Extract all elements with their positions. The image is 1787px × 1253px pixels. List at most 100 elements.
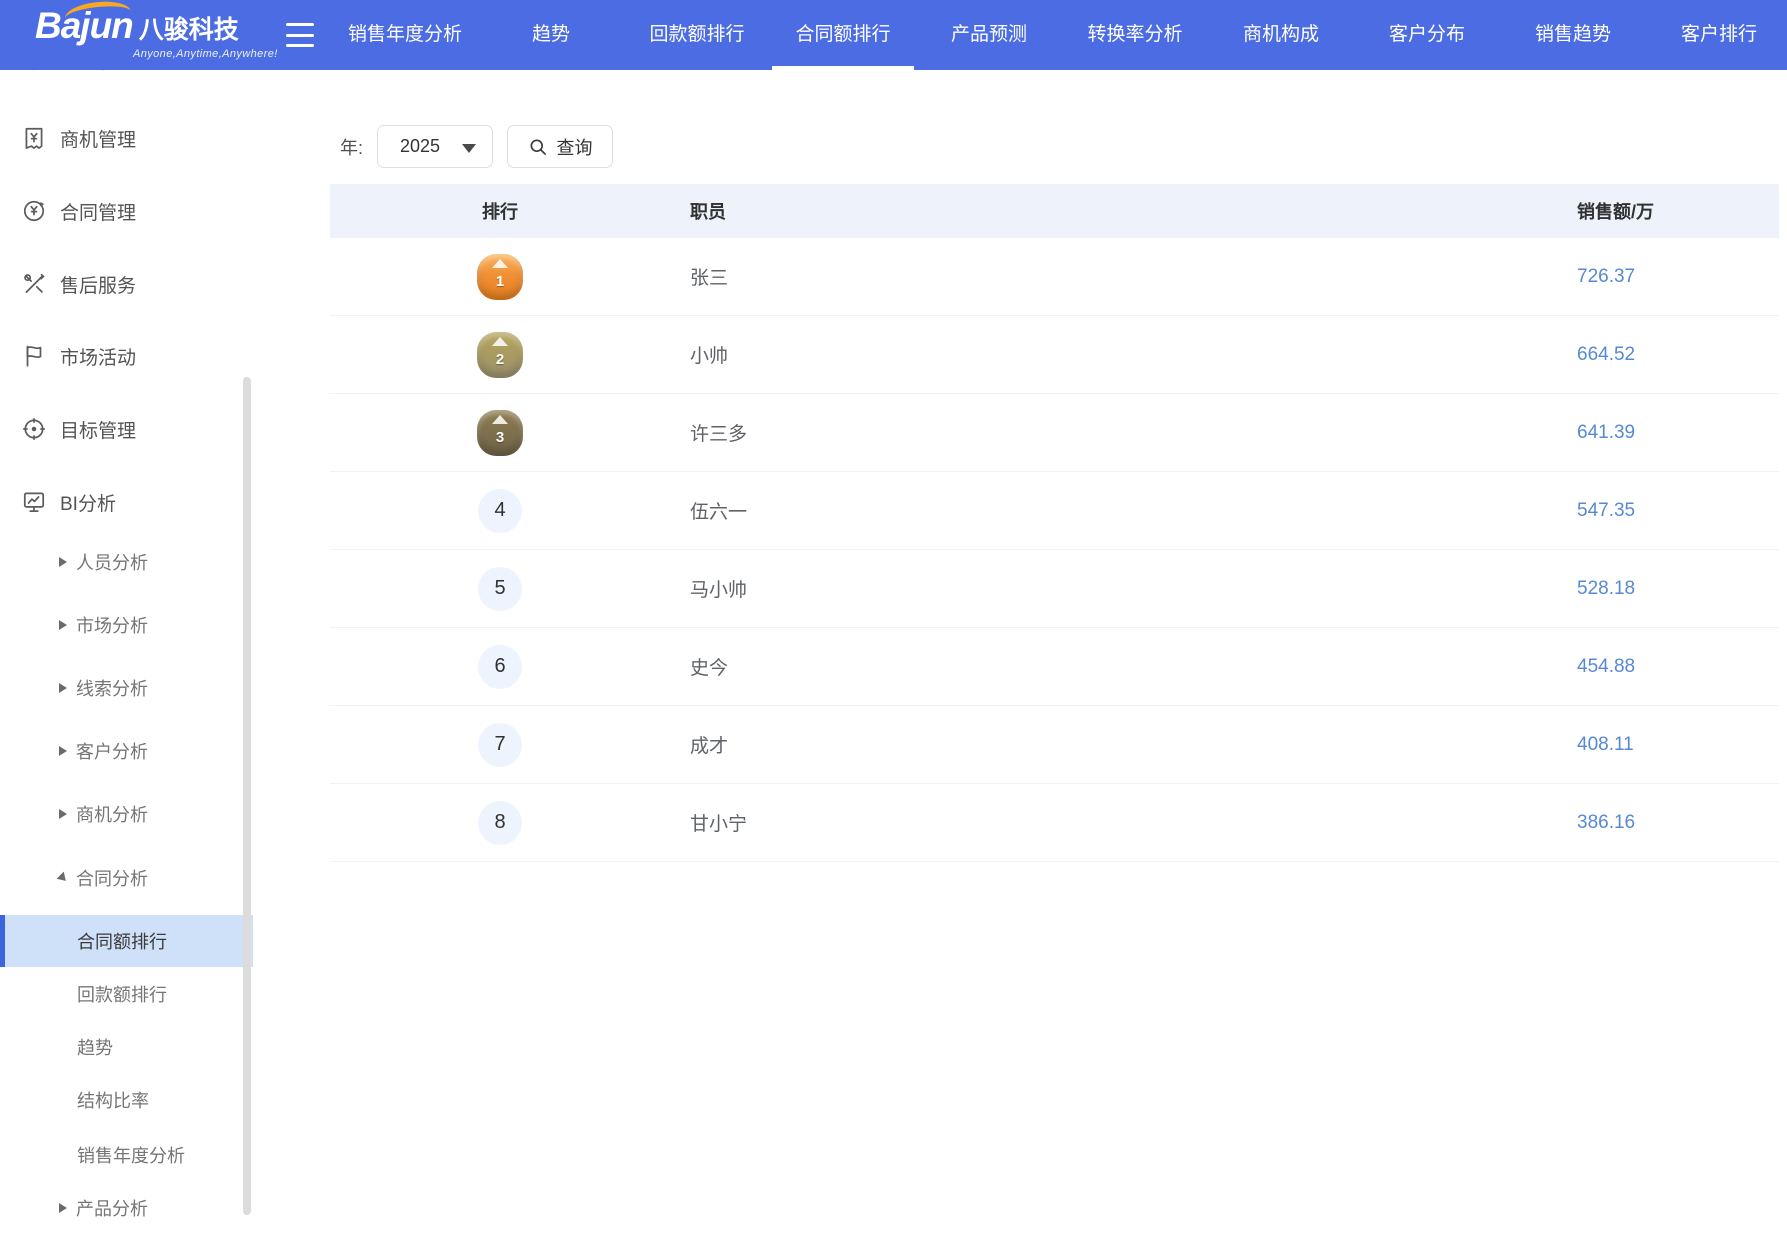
sidebar-item-annual-sales-analysis[interactable]: 销售年度分析	[0, 1130, 253, 1180]
chevron-right-icon	[59, 683, 67, 693]
query-button[interactable]: 查询	[507, 125, 613, 168]
search-icon	[528, 137, 548, 157]
sidebar-item-label: 目标管理	[60, 416, 136, 443]
table-row: 8 甘小宁 386.16	[330, 784, 1779, 862]
nav-tab-customer-distribution[interactable]: 客户分布	[1354, 0, 1500, 70]
brand-logo[interactable]: Bajun 八骏科技 Anyone,Anytime,Anywhere!	[35, 6, 265, 64]
sidebar-item-label: 线索分析	[76, 675, 148, 701]
employee-name: 张三	[670, 263, 1577, 290]
sidebar-item-label: 合同分析	[76, 865, 148, 891]
employee-name: 史今	[670, 653, 1577, 680]
nav-tab-product-forecast[interactable]: 产品预测	[916, 0, 1062, 70]
year-select-value: 2025	[400, 136, 440, 157]
top-nav-tabs: 销售年度分析 趋势 回款额排行 合同额排行 产品预测 转换率分析 商机构成 客户分布 销售趋势 客…	[332, 0, 1787, 70]
app-root: 访问管理 商机管理 合同管理 售后服务 市场活动 目标管理 BI分析 人员分析 …	[0, 0, 1787, 1253]
nav-tab-trend[interactable]: 趋势	[478, 0, 624, 70]
rank-medal-2-icon: 2	[477, 332, 523, 378]
sidebar-item-product-analysis[interactable]: 产品分析	[0, 1183, 253, 1233]
sidebar-item-target-mgmt[interactable]: 目标管理	[0, 404, 253, 454]
table-row: 2 小帅 664.52	[330, 316, 1779, 394]
table-row: 5 马小帅 528.18	[330, 550, 1779, 628]
sales-amount-link[interactable]: 726.37	[1577, 266, 1779, 288]
sidebar-item-market-analysis[interactable]: 市场分析	[0, 600, 253, 650]
sales-amount-link[interactable]: 408.11	[1577, 734, 1779, 756]
sidebar-item-label: 人员分析	[76, 549, 148, 575]
sales-amount-link[interactable]: 528.18	[1577, 578, 1779, 600]
sidebar-item-label: 回款额排行	[77, 981, 167, 1007]
table-body: 1 张三 726.37 2 小帅 664.52 3 许三多 641.39 4 伍…	[330, 238, 1779, 862]
sidebar-item-after-sales-service[interactable]: 售后服务	[0, 259, 253, 309]
rank-number: 6	[478, 645, 522, 689]
rank-number: 4	[478, 489, 522, 533]
nav-tab-label: 销售年度分析	[348, 24, 462, 45]
sales-amount-link[interactable]: 664.52	[1577, 344, 1779, 366]
sidebar-item-payment-amount-ranking[interactable]: 回款额排行	[0, 969, 253, 1019]
sidebar-item-lead-analysis[interactable]: 线索分析	[0, 663, 253, 713]
nav-tab-opportunity-composition[interactable]: 商机构成	[1208, 0, 1354, 70]
nav-tab-label: 产品预测	[951, 24, 1027, 45]
sidebar-item-market-campaign[interactable]: 市场活动	[0, 331, 253, 381]
sidebar-item-opportunity-mgmt[interactable]: 商机管理	[0, 113, 253, 163]
nav-tab-conversion-rate-analysis[interactable]: 转换率分析	[1062, 0, 1208, 70]
rank-cell: 8	[330, 801, 670, 845]
nav-tab-label: 销售趋势	[1535, 24, 1611, 45]
service-icon	[21, 271, 47, 297]
sidebar-scrollbar[interactable]	[243, 377, 251, 1215]
rank-cell: 4	[330, 489, 670, 533]
rank-cell: 2	[330, 332, 670, 378]
table-header: 排行 职员 销售额/万	[330, 184, 1779, 238]
sidebar-item-label: 结构比率	[77, 1087, 149, 1113]
nav-tab-label: 商机构成	[1243, 24, 1319, 45]
sidebar-item-label: 合同管理	[60, 198, 136, 225]
sidebar-item-bi-analysis[interactable]: BI分析	[0, 477, 253, 527]
rank-medal-3-icon: 3	[477, 410, 523, 456]
sidebar-item-contract-analysis[interactable]: 合同分析	[0, 853, 253, 903]
chevron-right-icon	[59, 746, 67, 756]
column-header-rank: 排行	[330, 198, 670, 224]
sales-amount-link[interactable]: 386.16	[1577, 812, 1779, 834]
employee-name: 成才	[670, 731, 1577, 758]
sales-amount-link[interactable]: 547.35	[1577, 500, 1779, 522]
nav-tab-label: 转换率分析	[1087, 24, 1182, 45]
table-row: 3 许三多 641.39	[330, 394, 1779, 472]
column-header-sales-amount: 销售额/万	[1577, 198, 1779, 224]
sidebar-item-structure-ratio[interactable]: 结构比率	[0, 1075, 253, 1125]
nav-tab-contract-amount-ranking[interactable]: 合同额排行	[770, 0, 916, 70]
menu-icon[interactable]	[286, 23, 314, 47]
chevron-right-icon	[59, 557, 67, 567]
nav-tab-customer-ranking[interactable]: 客户排行	[1646, 0, 1787, 70]
sales-amount-link[interactable]: 641.39	[1577, 422, 1779, 444]
nav-tab-label: 客户分布	[1389, 24, 1465, 45]
sidebar-item-contract-mgmt[interactable]: 合同管理	[0, 186, 253, 236]
contract-icon	[21, 198, 47, 224]
employee-name: 伍六一	[670, 497, 1577, 524]
sidebar-item-personnel-analysis[interactable]: 人员分析	[0, 537, 253, 587]
sales-amount-link[interactable]: 454.88	[1577, 656, 1779, 678]
year-label: 年:	[340, 134, 363, 160]
year-select[interactable]: 2025	[377, 125, 493, 168]
sidebar-item-trend[interactable]: 趋势	[0, 1022, 253, 1072]
rank-cell: 1	[330, 254, 670, 300]
sidebar-item-customer-analysis[interactable]: 客户分析	[0, 726, 253, 776]
sidebar-item-label: BI分析	[60, 489, 116, 516]
sales-ranking-table: 排行 职员 销售额/万 1 张三 726.37 2 小帅 664.52 3 许三…	[330, 184, 1779, 862]
sidebar-item-opportunity-analysis[interactable]: 商机分析	[0, 789, 253, 839]
nav-tab-sales-trend[interactable]: 销售趋势	[1500, 0, 1646, 70]
nav-tab-payment-amount-ranking[interactable]: 回款额排行	[624, 0, 770, 70]
chevron-right-icon	[59, 620, 67, 630]
nav-tab-label: 趋势	[532, 24, 570, 45]
nav-tab-annual-sales-analysis[interactable]: 销售年度分析	[332, 0, 478, 70]
filter-toolbar: 年: 2025 查询	[253, 70, 1787, 180]
employee-name: 许三多	[670, 419, 1577, 446]
sidebar-item-contract-amount-ranking[interactable]: 合同额排行	[0, 915, 253, 967]
nav-tab-label: 回款额排行	[649, 24, 744, 45]
employee-name: 甘小宁	[670, 809, 1577, 836]
employee-name: 马小帅	[670, 575, 1577, 602]
sidebar: 访问管理 商机管理 合同管理 售后服务 市场活动 目标管理 BI分析 人员分析 …	[0, 0, 253, 1253]
rank-cell: 7	[330, 723, 670, 767]
table-row: 7 成才 408.11	[330, 706, 1779, 784]
brand-tagline: Anyone,Anytime,Anywhere!	[133, 48, 278, 60]
table-row: 4 伍六一 547.35	[330, 472, 1779, 550]
sidebar-item-label: 销售年度分析	[77, 1142, 185, 1168]
employee-name: 小帅	[670, 341, 1577, 368]
